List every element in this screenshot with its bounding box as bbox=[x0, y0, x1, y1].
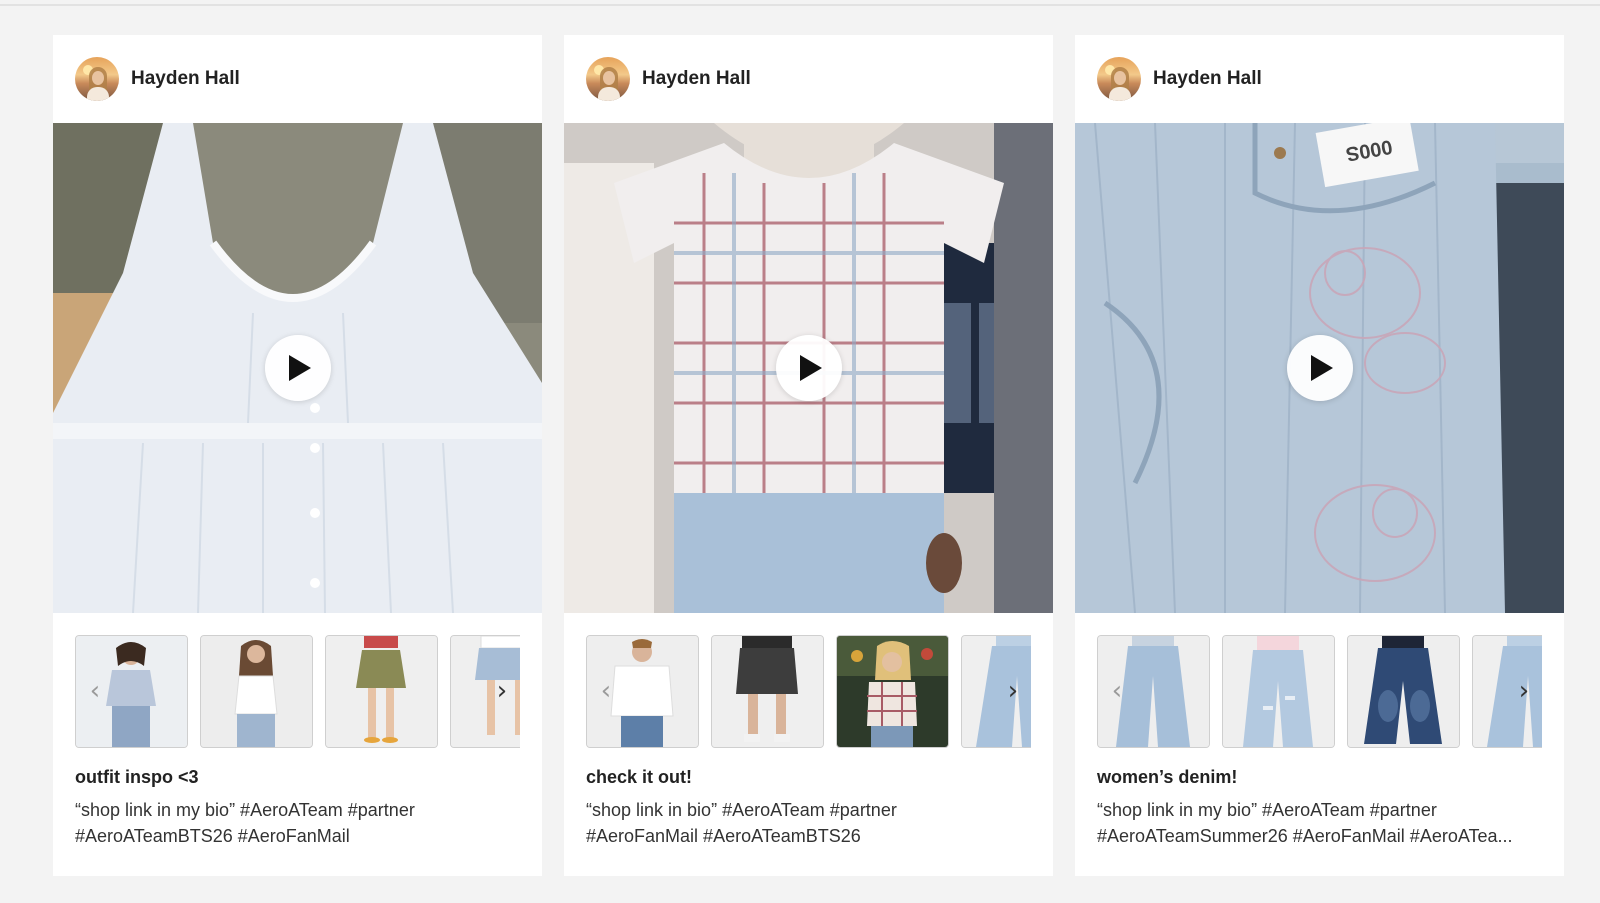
author-name[interactable]: Hayden Hall bbox=[1153, 68, 1262, 90]
post-video[interactable] bbox=[53, 123, 542, 613]
play-button[interactable] bbox=[264, 335, 331, 401]
caption-line: “shop link in my bio” #AeroATeam #partne… bbox=[75, 800, 415, 820]
post-card[interactable]: Hayden Hall bbox=[53, 35, 542, 876]
post-title: outfit inspo <3 bbox=[75, 767, 199, 787]
author-name[interactable]: Hayden Hall bbox=[131, 68, 240, 90]
caption-line: #AeroATeamBTS26 #AeroFanMail bbox=[75, 826, 350, 846]
post-caption: “shop link in bio” #AeroATeam #partner #… bbox=[586, 797, 1036, 849]
avatar[interactable] bbox=[75, 57, 119, 101]
product-thumbnail[interactable] bbox=[325, 635, 438, 748]
carousel-next-button[interactable]: › bbox=[997, 635, 1029, 746]
carousel-prev-button[interactable]: ‹ bbox=[1101, 635, 1133, 746]
product-thumbnail[interactable] bbox=[836, 635, 949, 748]
caption-line: #AeroFanMail #AeroATeamBTS26 bbox=[586, 826, 861, 846]
post-video[interactable] bbox=[564, 123, 1053, 613]
top-divider bbox=[0, 4, 1600, 6]
chevron-right-icon: › bbox=[1518, 675, 1530, 706]
product-thumbnail[interactable] bbox=[1347, 635, 1460, 748]
author-name[interactable]: Hayden Hall bbox=[642, 68, 751, 90]
post-video[interactable]: 000S bbox=[1075, 123, 1564, 613]
play-button[interactable] bbox=[1286, 335, 1353, 401]
post-card[interactable]: Hayden Hall bbox=[564, 35, 1053, 876]
post-caption: “shop link in my bio” #AeroATeam #partne… bbox=[1097, 797, 1547, 849]
product-thumbnail[interactable] bbox=[1222, 635, 1335, 748]
caption-line: #AeroATeamSummer26 #AeroFanMail #AeroATe… bbox=[1097, 826, 1513, 846]
play-icon bbox=[1310, 355, 1333, 381]
carousel-prev-button[interactable]: ‹ bbox=[79, 635, 111, 746]
avatar[interactable] bbox=[1097, 57, 1141, 101]
play-icon bbox=[288, 355, 311, 381]
chevron-left-icon: ‹ bbox=[1111, 675, 1123, 706]
avatar[interactable] bbox=[586, 57, 630, 101]
play-icon bbox=[799, 355, 822, 381]
post-header: Hayden Hall bbox=[1075, 35, 1564, 123]
post-grid: Hayden Hall ‹ › outfit inspo <3 “shop li… bbox=[53, 35, 1564, 876]
post-header: Hayden Hall bbox=[53, 35, 542, 123]
carousel-next-button[interactable]: › bbox=[1508, 635, 1540, 746]
carousel-prev-button[interactable]: ‹ bbox=[590, 635, 622, 746]
post-card[interactable]: Hayden Hall bbox=[1075, 35, 1564, 876]
post-title: women’s denim! bbox=[1097, 767, 1238, 787]
chevron-right-icon: › bbox=[1007, 675, 1019, 706]
product-thumbnail[interactable] bbox=[200, 635, 313, 748]
product-carousel[interactable]: ‹ › bbox=[586, 635, 1031, 748]
chevron-left-icon: ‹ bbox=[89, 675, 101, 706]
post-header: Hayden Hall bbox=[564, 35, 1053, 123]
post-title: check it out! bbox=[586, 767, 693, 787]
product-carousel[interactable]: ‹ › bbox=[75, 635, 520, 748]
caption-line: “shop link in bio” #AeroATeam #partner bbox=[586, 800, 897, 820]
product-carousel[interactable]: ‹ › bbox=[1097, 635, 1542, 748]
product-thumbnail[interactable] bbox=[711, 635, 824, 748]
carousel-next-button[interactable]: › bbox=[486, 635, 518, 746]
chevron-right-icon: › bbox=[496, 675, 508, 706]
caption-line: “shop link in my bio” #AeroATeam #partne… bbox=[1097, 800, 1437, 820]
post-caption: “shop link in my bio” #AeroATeam #partne… bbox=[75, 797, 525, 849]
play-button[interactable] bbox=[775, 335, 842, 401]
chevron-left-icon: ‹ bbox=[600, 675, 612, 706]
